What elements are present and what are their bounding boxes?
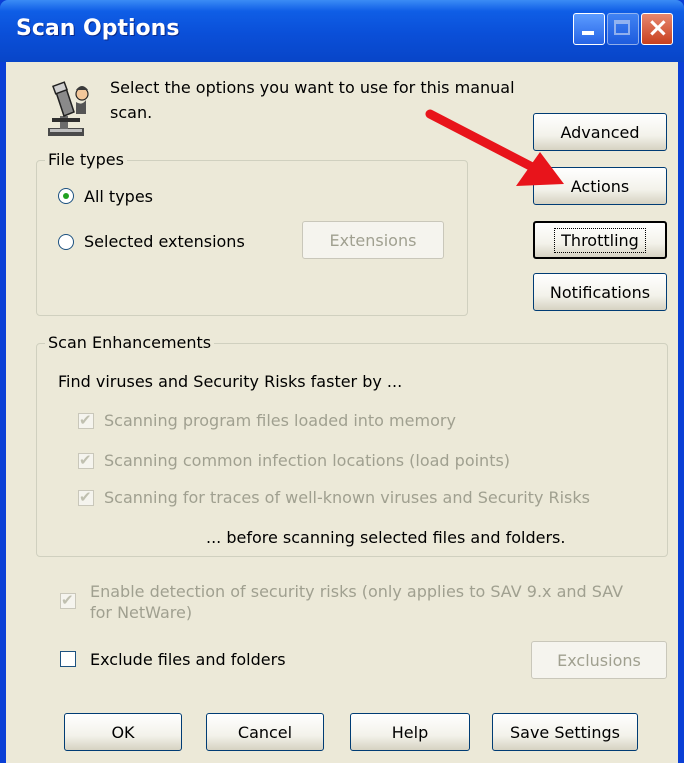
ok-button[interactable]: OK	[64, 713, 182, 751]
cancel-button[interactable]: Cancel	[206, 713, 324, 751]
throttling-button-label: Throttling	[554, 227, 646, 253]
checkmark-icon: ✔	[61, 591, 74, 609]
scan-traces-label: Scanning for traces of well-known viruse…	[104, 488, 590, 507]
help-button[interactable]: Help	[350, 713, 470, 751]
title-bar[interactable]: Scan Options ×	[0, 0, 684, 62]
all-types-radio[interactable]	[58, 188, 74, 204]
notifications-button-label: Notifications	[549, 282, 651, 302]
exclude-label[interactable]: Exclude files and folders	[90, 650, 286, 669]
extensions-button[interactable]: Extensions	[302, 221, 444, 259]
throttling-button[interactable]: Throttling	[533, 221, 667, 259]
all-types-label[interactable]: All types	[84, 187, 153, 206]
save-settings-button[interactable]: Save Settings	[492, 713, 638, 751]
exclusions-button[interactable]: Exclusions	[531, 641, 667, 679]
scan-load-points-checkbox[interactable]: ✔	[78, 451, 94, 469]
cancel-button-label: Cancel	[237, 722, 293, 742]
scan-enhancements-footer: ... before scanning selected files and f…	[206, 528, 566, 547]
save-settings-button-label: Save Settings	[510, 722, 620, 742]
microscope-icon	[42, 80, 90, 138]
selected-extensions-radio[interactable]	[58, 234, 74, 250]
red-arrow-annotation	[425, 109, 564, 186]
scan-memory-checkbox[interactable]: ✔	[78, 411, 94, 429]
extensions-button-label: Extensions	[329, 230, 417, 250]
help-button-label: Help	[391, 722, 429, 742]
close-icon: ×	[647, 13, 669, 43]
security-risks-checkbox[interactable]: ✔	[60, 591, 76, 609]
maximize-button[interactable]	[607, 13, 639, 45]
checkmark-icon: ✔	[79, 411, 92, 429]
window-title: Scan Options	[16, 16, 180, 41]
maximize-icon	[614, 20, 630, 35]
minimize-icon	[582, 31, 594, 35]
security-risks-label-line1: Enable detection of security risks (only…	[90, 582, 624, 601]
close-button[interactable]: ×	[641, 13, 673, 45]
ok-button-label: OK	[111, 722, 135, 742]
checkmark-icon: ✔	[79, 451, 92, 469]
exclude-checkbox[interactable]	[60, 651, 76, 667]
file-types-legend: File types	[45, 150, 127, 169]
scan-load-points-label: Scanning common infection locations (loa…	[104, 451, 511, 470]
exclusions-button-label: Exclusions	[557, 650, 641, 670]
checkmark-icon: ✔	[79, 488, 92, 506]
security-risks-label-line2: for NetWare)	[90, 603, 193, 622]
intro-line2: scan.	[110, 103, 153, 122]
intro-line1: Select the options you want to use for t…	[110, 78, 515, 97]
scan-memory-label: Scanning program files loaded into memor…	[104, 411, 456, 430]
notifications-button[interactable]: Notifications	[533, 273, 667, 311]
scan-enhancements-legend: Scan Enhancements	[45, 333, 215, 352]
selected-extensions-label[interactable]: Selected extensions	[84, 232, 245, 251]
minimize-button[interactable]	[573, 13, 605, 45]
scan-traces-checkbox[interactable]: ✔	[78, 488, 94, 506]
scan-enhancements-intro: Find viruses and Security Risks faster b…	[58, 372, 403, 391]
